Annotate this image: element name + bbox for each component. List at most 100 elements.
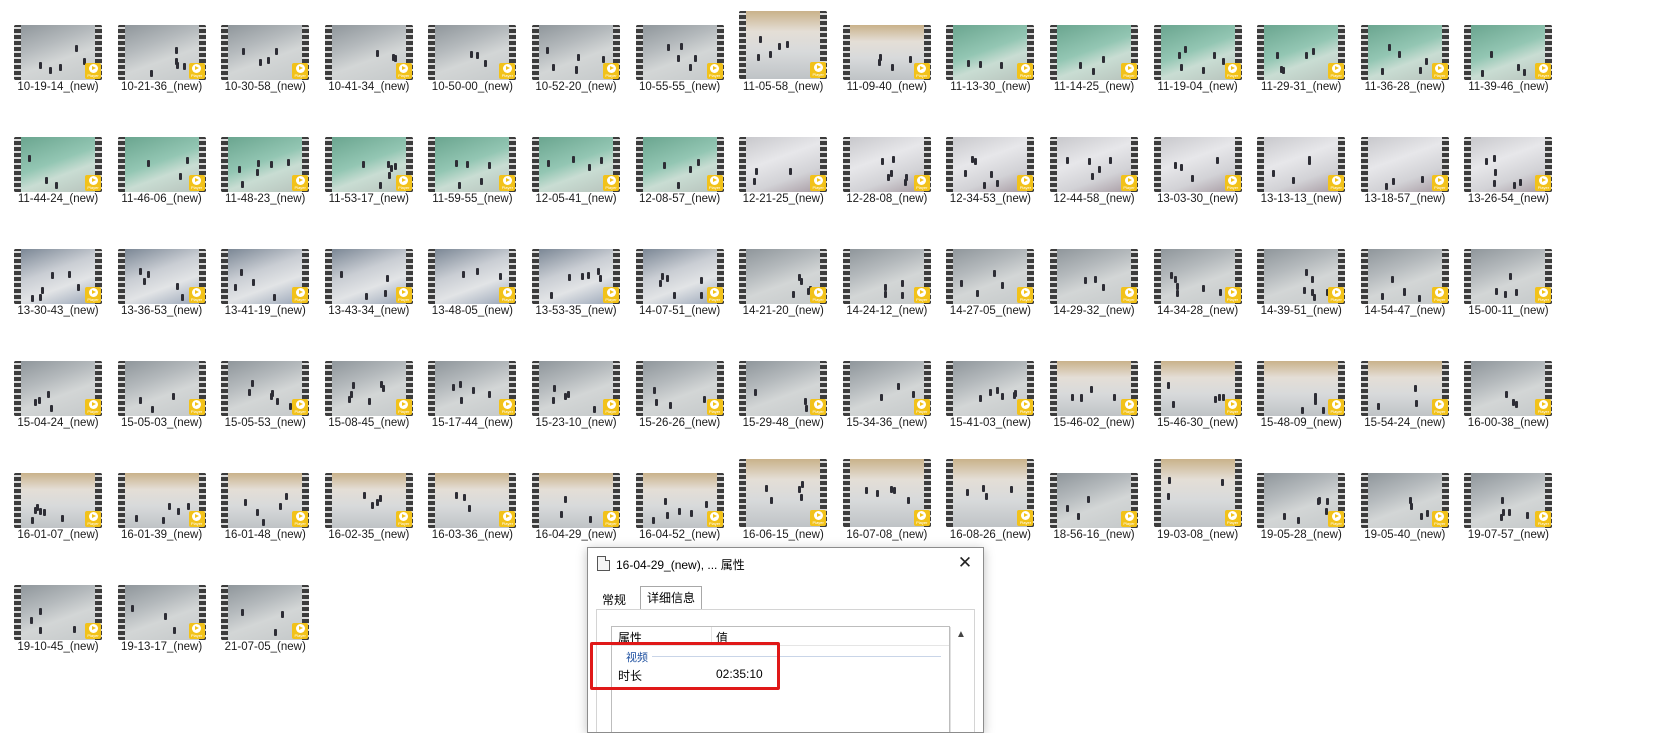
file-name[interactable]: 15-29-48_(new) bbox=[725, 417, 841, 429]
video-thumbnail[interactable]: Player bbox=[14, 249, 102, 304]
file-name[interactable]: 16-07-08_(new) bbox=[829, 529, 945, 541]
file-name[interactable]: 16-08-26_(new) bbox=[932, 529, 1048, 541]
file-name[interactable]: 16-06-15_(new) bbox=[725, 529, 841, 541]
video-thumbnail[interactable]: Player bbox=[1050, 137, 1138, 192]
video-thumbnail[interactable]: Player bbox=[1153, 459, 1242, 527]
file-name[interactable]: 14-24-12_(new) bbox=[829, 305, 945, 317]
video-thumbnail[interactable]: Player bbox=[1153, 361, 1242, 416]
file-item[interactable]: Player 16-01-07_(new) bbox=[0, 448, 104, 566]
video-thumbnail[interactable]: Player bbox=[117, 249, 206, 304]
file-name[interactable]: 16-02-35_(new) bbox=[311, 529, 427, 541]
video-thumbnail[interactable]: Player bbox=[1257, 249, 1346, 304]
video-thumbnail[interactable]: Player bbox=[1153, 25, 1242, 80]
video-thumbnail[interactable]: Player bbox=[1153, 249, 1242, 304]
file-name[interactable]: 10-21-36_(new) bbox=[104, 81, 220, 93]
video-thumbnail[interactable]: Player bbox=[221, 25, 310, 80]
file-name[interactable]: 16-00-38_(new) bbox=[1450, 417, 1566, 429]
video-thumbnail[interactable]: Player bbox=[635, 361, 724, 416]
video-thumbnail[interactable]: Player bbox=[324, 361, 413, 416]
file-name[interactable]: 13-13-13_(new) bbox=[1243, 193, 1359, 205]
video-thumbnail[interactable]: Player bbox=[117, 137, 206, 192]
file-name[interactable]: 16-04-29_(new) bbox=[518, 529, 634, 541]
file-item[interactable]: Player 15-08-45_(new) bbox=[311, 336, 415, 454]
video-thumbnail[interactable]: Player bbox=[635, 473, 724, 528]
video-thumbnail[interactable]: Player bbox=[1257, 473, 1346, 528]
file-item[interactable]: Player 14-29-32_(new) bbox=[1036, 224, 1140, 342]
file-item[interactable]: Player 13-41-19_(new) bbox=[207, 224, 311, 342]
file-name[interactable]: 10-41-34_(new) bbox=[311, 81, 427, 93]
file-name[interactable]: 11-39-46_(new) bbox=[1450, 81, 1566, 93]
video-thumbnail[interactable]: Player bbox=[14, 137, 102, 192]
video-thumbnail[interactable]: Player bbox=[739, 249, 828, 304]
video-thumbnail[interactable]: Player bbox=[635, 137, 724, 192]
file-item[interactable]: Player 14-07-51_(new) bbox=[622, 224, 726, 342]
list-scrollbar[interactable]: ▲ bbox=[950, 627, 971, 732]
video-thumbnail[interactable]: Player bbox=[739, 361, 828, 416]
file-name[interactable]: 16-01-39_(new) bbox=[104, 529, 220, 541]
file-item[interactable]: Player 11-46-06_(new) bbox=[104, 112, 208, 230]
video-thumbnail[interactable]: Player bbox=[635, 25, 724, 80]
file-item[interactable]: Player 10-52-20_(new) bbox=[518, 0, 622, 118]
file-item[interactable]: Player 11-44-24_(new) bbox=[0, 112, 104, 230]
video-thumbnail[interactable]: Player bbox=[532, 249, 620, 304]
file-item[interactable]: Player 11-53-17_(new) bbox=[311, 112, 415, 230]
file-name[interactable]: 11-46-06_(new) bbox=[104, 193, 220, 205]
file-item[interactable]: Player 21-07-05_(new) bbox=[207, 560, 311, 678]
file-name[interactable]: 11-48-23_(new) bbox=[207, 193, 323, 205]
file-name[interactable]: 15-23-10_(new) bbox=[518, 417, 634, 429]
video-thumbnail[interactable]: Player bbox=[117, 473, 206, 528]
video-thumbnail[interactable]: Player bbox=[1464, 25, 1553, 80]
file-name[interactable]: 11-13-30_(new) bbox=[932, 81, 1048, 93]
video-thumbnail[interactable]: Player bbox=[1050, 361, 1138, 416]
video-thumbnail[interactable]: Player bbox=[946, 25, 1035, 80]
video-thumbnail[interactable]: Player bbox=[1257, 137, 1346, 192]
file-name[interactable]: 19-07-57_(new) bbox=[1450, 529, 1566, 541]
file-name[interactable]: 19-05-28_(new) bbox=[1243, 529, 1359, 541]
video-thumbnail[interactable]: Player bbox=[739, 459, 828, 527]
file-item[interactable]: Player 16-02-35_(new) bbox=[311, 448, 415, 566]
file-item[interactable]: Player 13-43-34_(new) bbox=[311, 224, 415, 342]
file-name[interactable]: 16-01-07_(new) bbox=[0, 529, 116, 541]
file-name[interactable]: 13-26-54_(new) bbox=[1450, 193, 1566, 205]
file-item[interactable]: Player 14-24-12_(new) bbox=[829, 224, 933, 342]
file-name[interactable]: 19-05-40_(new) bbox=[1347, 529, 1463, 541]
video-thumbnail[interactable]: Player bbox=[946, 137, 1035, 192]
video-thumbnail[interactable]: Player bbox=[532, 473, 620, 528]
video-thumbnail[interactable]: Player bbox=[324, 137, 413, 192]
file-item[interactable]: Player 11-39-46_(new) bbox=[1450, 0, 1554, 118]
video-thumbnail[interactable]: Player bbox=[428, 361, 517, 416]
file-item[interactable]: Player 13-18-57_(new) bbox=[1347, 112, 1451, 230]
file-name[interactable]: 13-41-19_(new) bbox=[207, 305, 323, 317]
file-item[interactable]: Player 19-13-17_(new) bbox=[104, 560, 208, 678]
video-thumbnail[interactable]: Player bbox=[117, 361, 206, 416]
file-name[interactable]: 16-03-36_(new) bbox=[414, 529, 530, 541]
file-name[interactable]: 10-50-00_(new) bbox=[414, 81, 530, 93]
file-item[interactable]: Player 14-21-20_(new) bbox=[725, 224, 829, 342]
video-thumbnail[interactable]: Player bbox=[1257, 361, 1346, 416]
file-item[interactable]: Player 13-48-05_(new) bbox=[414, 224, 518, 342]
video-thumbnail[interactable]: Player bbox=[1050, 249, 1138, 304]
file-item[interactable]: Player 12-34-53_(new) bbox=[932, 112, 1036, 230]
file-name[interactable]: 15-05-03_(new) bbox=[104, 417, 220, 429]
scroll-up-icon[interactable]: ▲ bbox=[956, 629, 966, 640]
file-item[interactable]: Player 11-13-30_(new) bbox=[932, 0, 1036, 118]
file-name[interactable]: 11-44-24_(new) bbox=[0, 193, 116, 205]
video-thumbnail[interactable]: Player bbox=[428, 249, 517, 304]
file-item[interactable]: Player 14-39-51_(new) bbox=[1243, 224, 1347, 342]
file-name[interactable]: 14-07-51_(new) bbox=[622, 305, 738, 317]
file-item[interactable]: Player 19-03-08_(new) bbox=[1140, 448, 1244, 566]
file-name[interactable]: 18-56-16_(new) bbox=[1036, 529, 1152, 541]
file-item[interactable]: Player 13-30-43_(new) bbox=[0, 224, 104, 342]
file-item[interactable]: Player 11-09-40_(new) bbox=[829, 0, 933, 118]
file-name[interactable]: 11-53-17_(new) bbox=[311, 193, 427, 205]
file-item[interactable]: Player 15-23-10_(new) bbox=[518, 336, 622, 454]
file-name[interactable]: 10-30-58_(new) bbox=[207, 81, 323, 93]
video-thumbnail[interactable]: Player bbox=[532, 25, 620, 80]
file-name[interactable]: 13-43-34_(new) bbox=[311, 305, 427, 317]
file-item[interactable]: Player 19-10-45_(new) bbox=[0, 560, 104, 678]
video-thumbnail[interactable]: Player bbox=[1360, 361, 1449, 416]
file-item[interactable]: Player 11-59-55_(new) bbox=[414, 112, 518, 230]
file-item[interactable]: Player 12-05-41_(new) bbox=[518, 112, 622, 230]
file-name[interactable]: 11-09-40_(new) bbox=[829, 81, 945, 93]
video-thumbnail[interactable]: Player bbox=[221, 473, 310, 528]
